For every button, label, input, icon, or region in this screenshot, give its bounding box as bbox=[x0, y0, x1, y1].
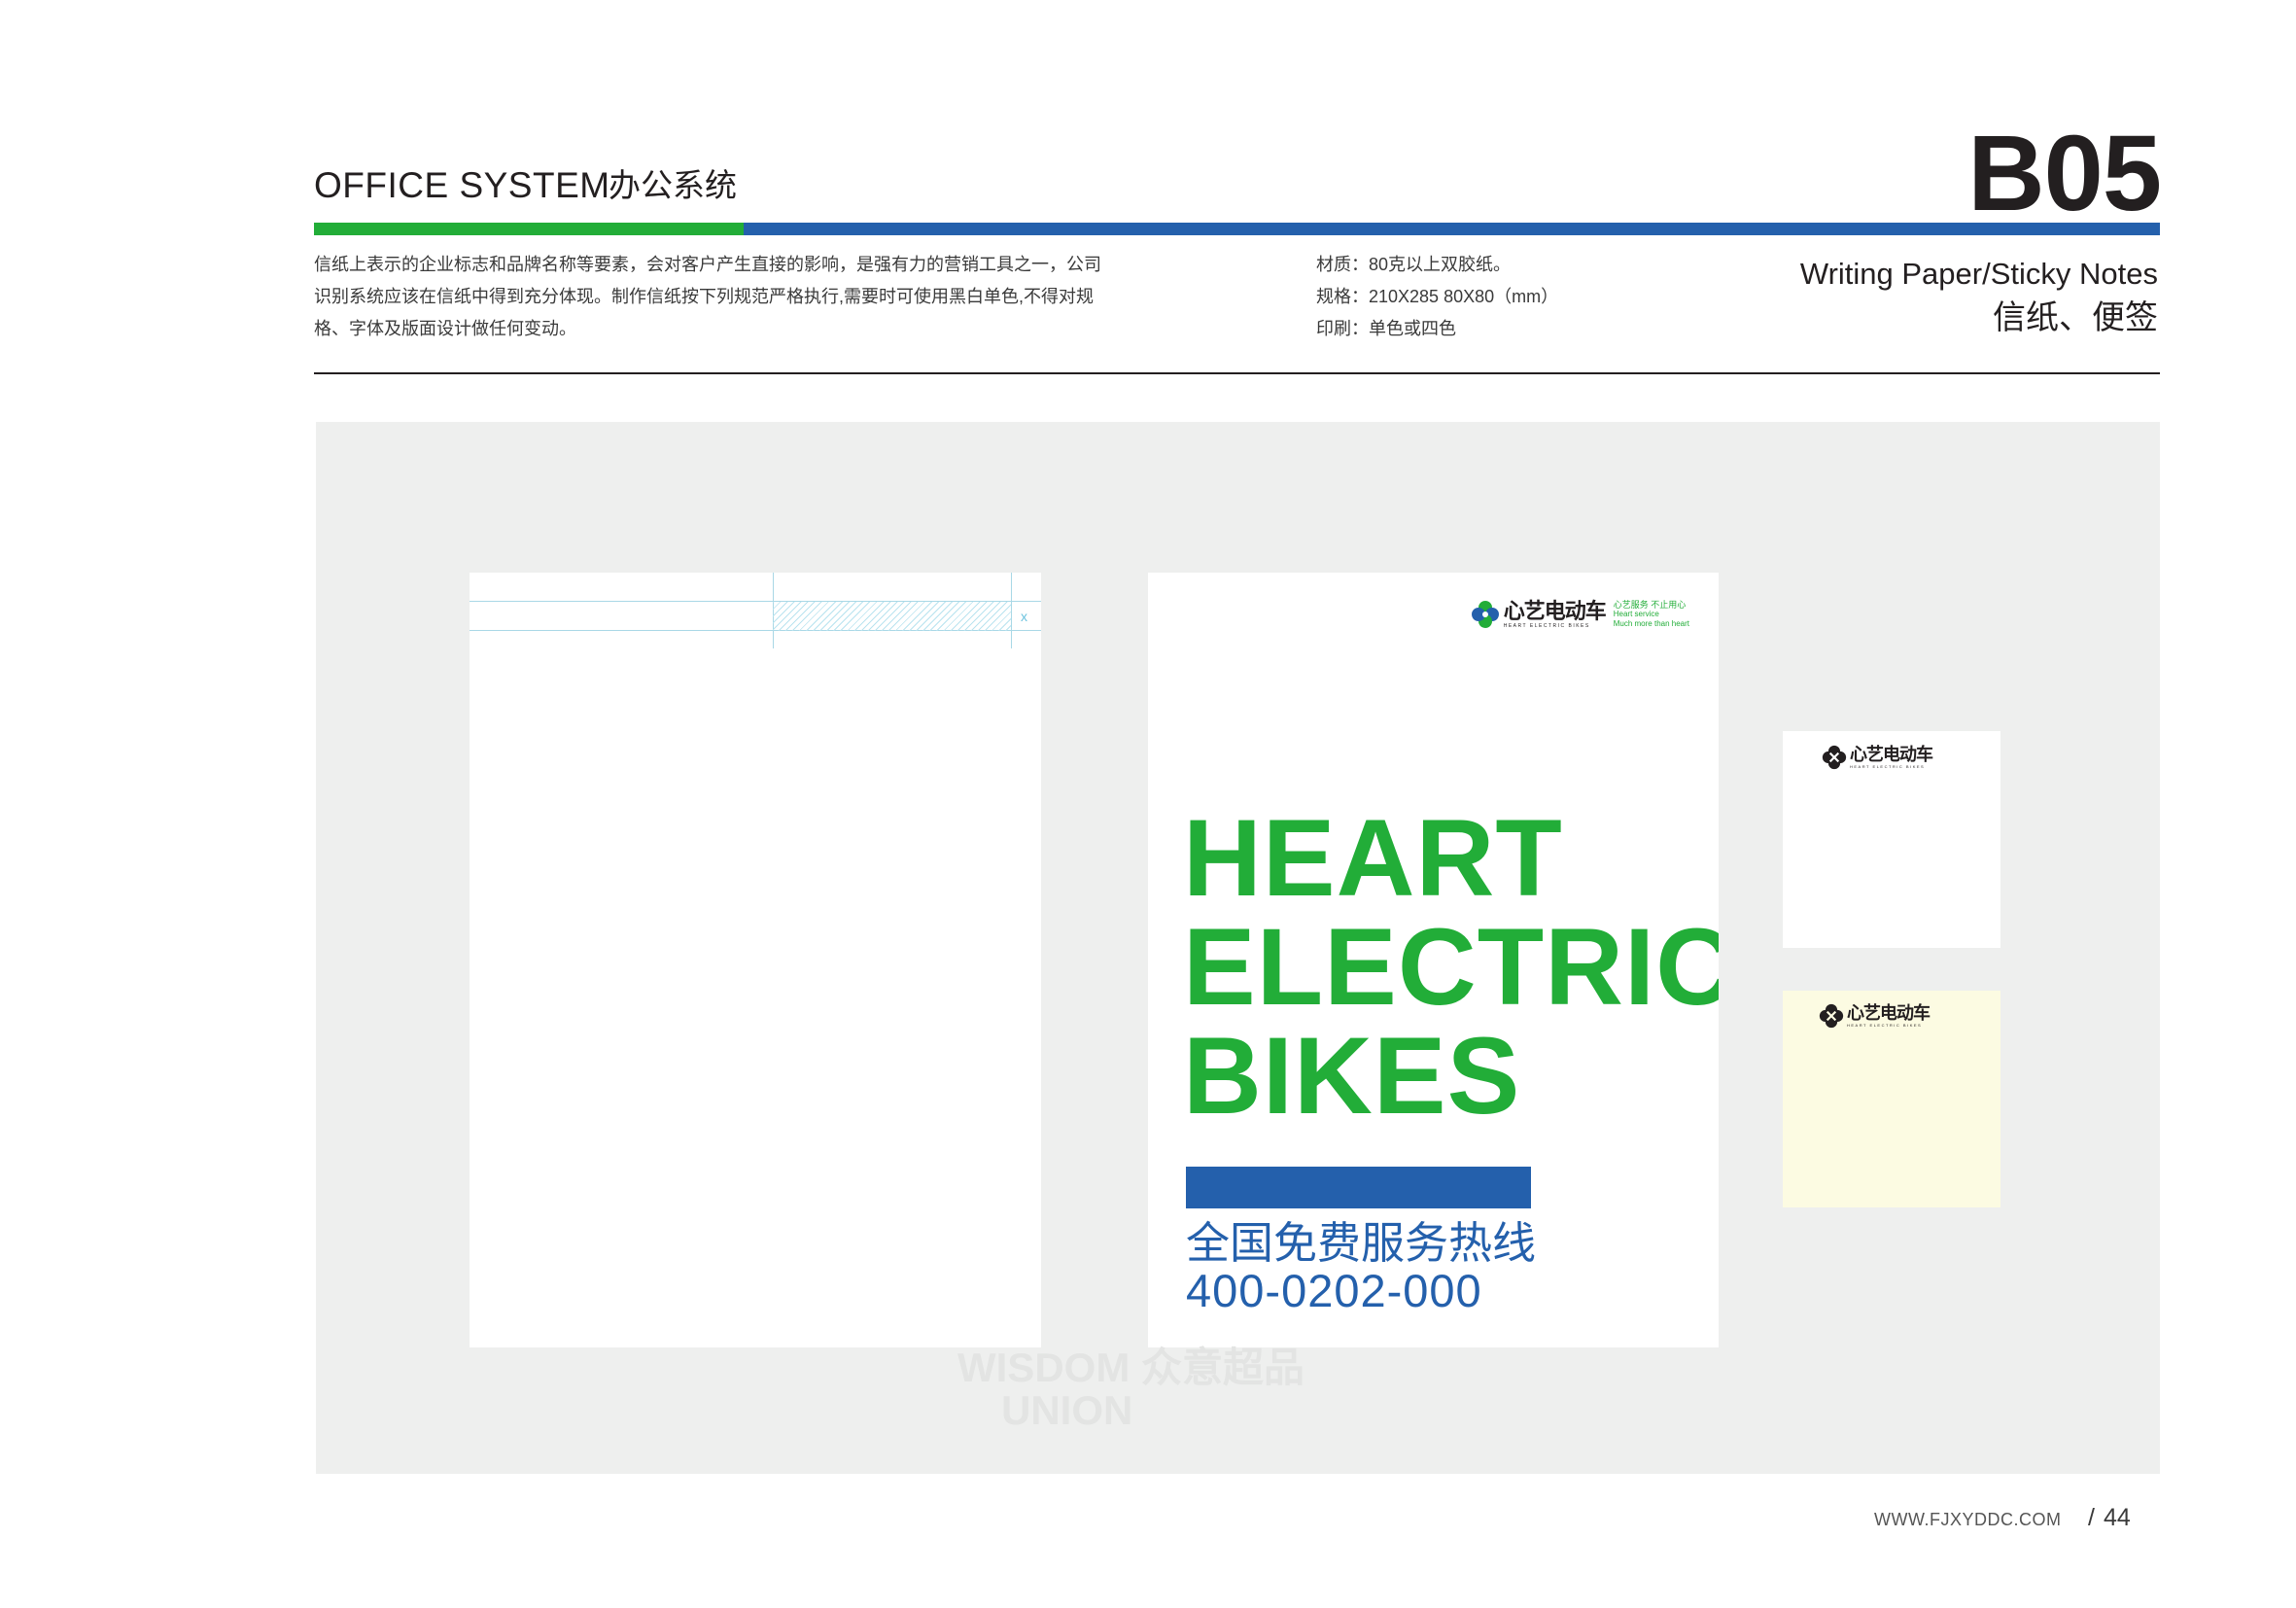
section-title-en: OFFICE SYSTEM bbox=[314, 165, 610, 205]
header-bar-green bbox=[314, 223, 744, 235]
logo-area-hatch bbox=[773, 602, 1011, 631]
cover-headline: HEART ELECTRIC BIKES bbox=[1183, 804, 1719, 1131]
brand-name-cn: 心艺电动车 bbox=[1850, 745, 1933, 764]
description-line: 格、字体及版面设计做任何变动。 bbox=[314, 319, 576, 338]
sticky-note-cream: 心艺电动车 HEART ELECTRIC BIKES bbox=[1783, 991, 2000, 1207]
description-line: 识别系统应该在信纸中得到充分体现。制作信纸按下列规范严格执行,需要时可使用黑白单… bbox=[314, 287, 1094, 306]
watermark-line: WISDOM 众意超品 bbox=[957, 1345, 1305, 1390]
sticky-note-white: 心艺电动车 HEART ELECTRIC BIKES bbox=[1783, 731, 2000, 948]
four-petal-clover-icon bbox=[1471, 601, 1499, 628]
brand-logo: 心艺电动车 HEART ELECTRIC BIKES bbox=[1819, 1003, 1931, 1029]
brand-wordmark: 心艺电动车 HEART ELECTRIC BIKES bbox=[1503, 598, 1607, 629]
four-petal-clover-icon bbox=[1822, 745, 1847, 770]
brand-wordmark: 心艺电动车 HEART ELECTRIC BIKES bbox=[1850, 745, 1933, 769]
description-line: 信纸上表示的企业标志和品牌名称等要素，会对客户产生直接的影响，是强有力的营销工具… bbox=[314, 255, 1101, 274]
spec-material: 材质：80克以上双胶纸。 bbox=[1316, 255, 1512, 274]
slogan-en-1: Heart service bbox=[1613, 610, 1659, 618]
spec-list: 材质：80克以上双胶纸。 规格：210X285 80X80（mm） 印刷：单色或… bbox=[1316, 249, 1724, 345]
letter-paper-cover: 心艺电动车 HEART ELECTRIC BIKES 心艺服务 不止用心 Hea… bbox=[1148, 573, 1719, 1347]
brand-name-en: HEART ELECTRIC BIKES bbox=[1847, 1023, 1923, 1028]
header-bar-blue bbox=[744, 223, 2160, 235]
item-title-cn: 信纸、便签 bbox=[1993, 299, 2158, 336]
watermark-line: UNION bbox=[1001, 1387, 1133, 1433]
spec-size: 规格：210X285 80X80（mm） bbox=[1316, 287, 1559, 306]
item-title-en: Writing Paper/Sticky Notes bbox=[1799, 257, 2158, 291]
brand-logo: 心艺电动车 HEART ELECTRIC BIKES 心艺服务 不止用心 Hea… bbox=[1471, 600, 1689, 629]
description: 信纸上表示的企业标志和品牌名称等要素，会对客户产生直接的影响，是强有力的营销工具… bbox=[314, 249, 1189, 345]
letter-paper-blank: x bbox=[470, 573, 1041, 1347]
guide-marker: x bbox=[1021, 609, 1027, 624]
brand-wordmark: 心艺电动车 HEART ELECTRIC BIKES bbox=[1847, 1003, 1931, 1028]
brand-logo: 心艺电动车 HEART ELECTRIC BIKES bbox=[1822, 745, 1933, 770]
spec-print: 印刷：单色或四色 bbox=[1316, 319, 1456, 338]
hotline-label: 全国免费服务热线 bbox=[1186, 1218, 1537, 1268]
four-petal-clover-icon bbox=[1819, 1003, 1844, 1029]
page-separator: / bbox=[2088, 1504, 2095, 1531]
hotline-number: 400-0202-000 bbox=[1186, 1265, 1482, 1316]
brand-name-cn: 心艺电动车 bbox=[1503, 598, 1607, 623]
page-number: 44 bbox=[2104, 1504, 2131, 1531]
slogan-cn: 心艺服务 不止用心 bbox=[1613, 600, 1687, 610]
headline-line: ELECTRIC bbox=[1183, 906, 1719, 1028]
header-divider bbox=[314, 372, 2160, 374]
guide-line bbox=[1011, 573, 1012, 648]
brand-name-cn: 心艺电动车 bbox=[1847, 1003, 1931, 1023]
brand-name-en: HEART ELECTRIC BIKES bbox=[1503, 622, 1590, 629]
cover-blue-bar bbox=[1186, 1167, 1531, 1208]
headline-line: BIKES bbox=[1183, 1015, 1521, 1136]
slogan-en-2: Much more than heart bbox=[1613, 619, 1689, 628]
watermark: WISDOM 众意超品 UNION bbox=[957, 1346, 1305, 1432]
section-title-cn: 办公系统 bbox=[609, 167, 737, 203]
brand-name-en: HEART ELECTRIC BIKES bbox=[1850, 764, 1926, 769]
brand-slogan: 心艺服务 不止用心 Heart service Much more than h… bbox=[1614, 600, 1689, 629]
website-url: WWW.FJXYDDC.COM bbox=[1874, 1510, 2062, 1529]
headline-line: HEART bbox=[1183, 797, 1563, 919]
page-code: B05 bbox=[1967, 114, 2162, 233]
